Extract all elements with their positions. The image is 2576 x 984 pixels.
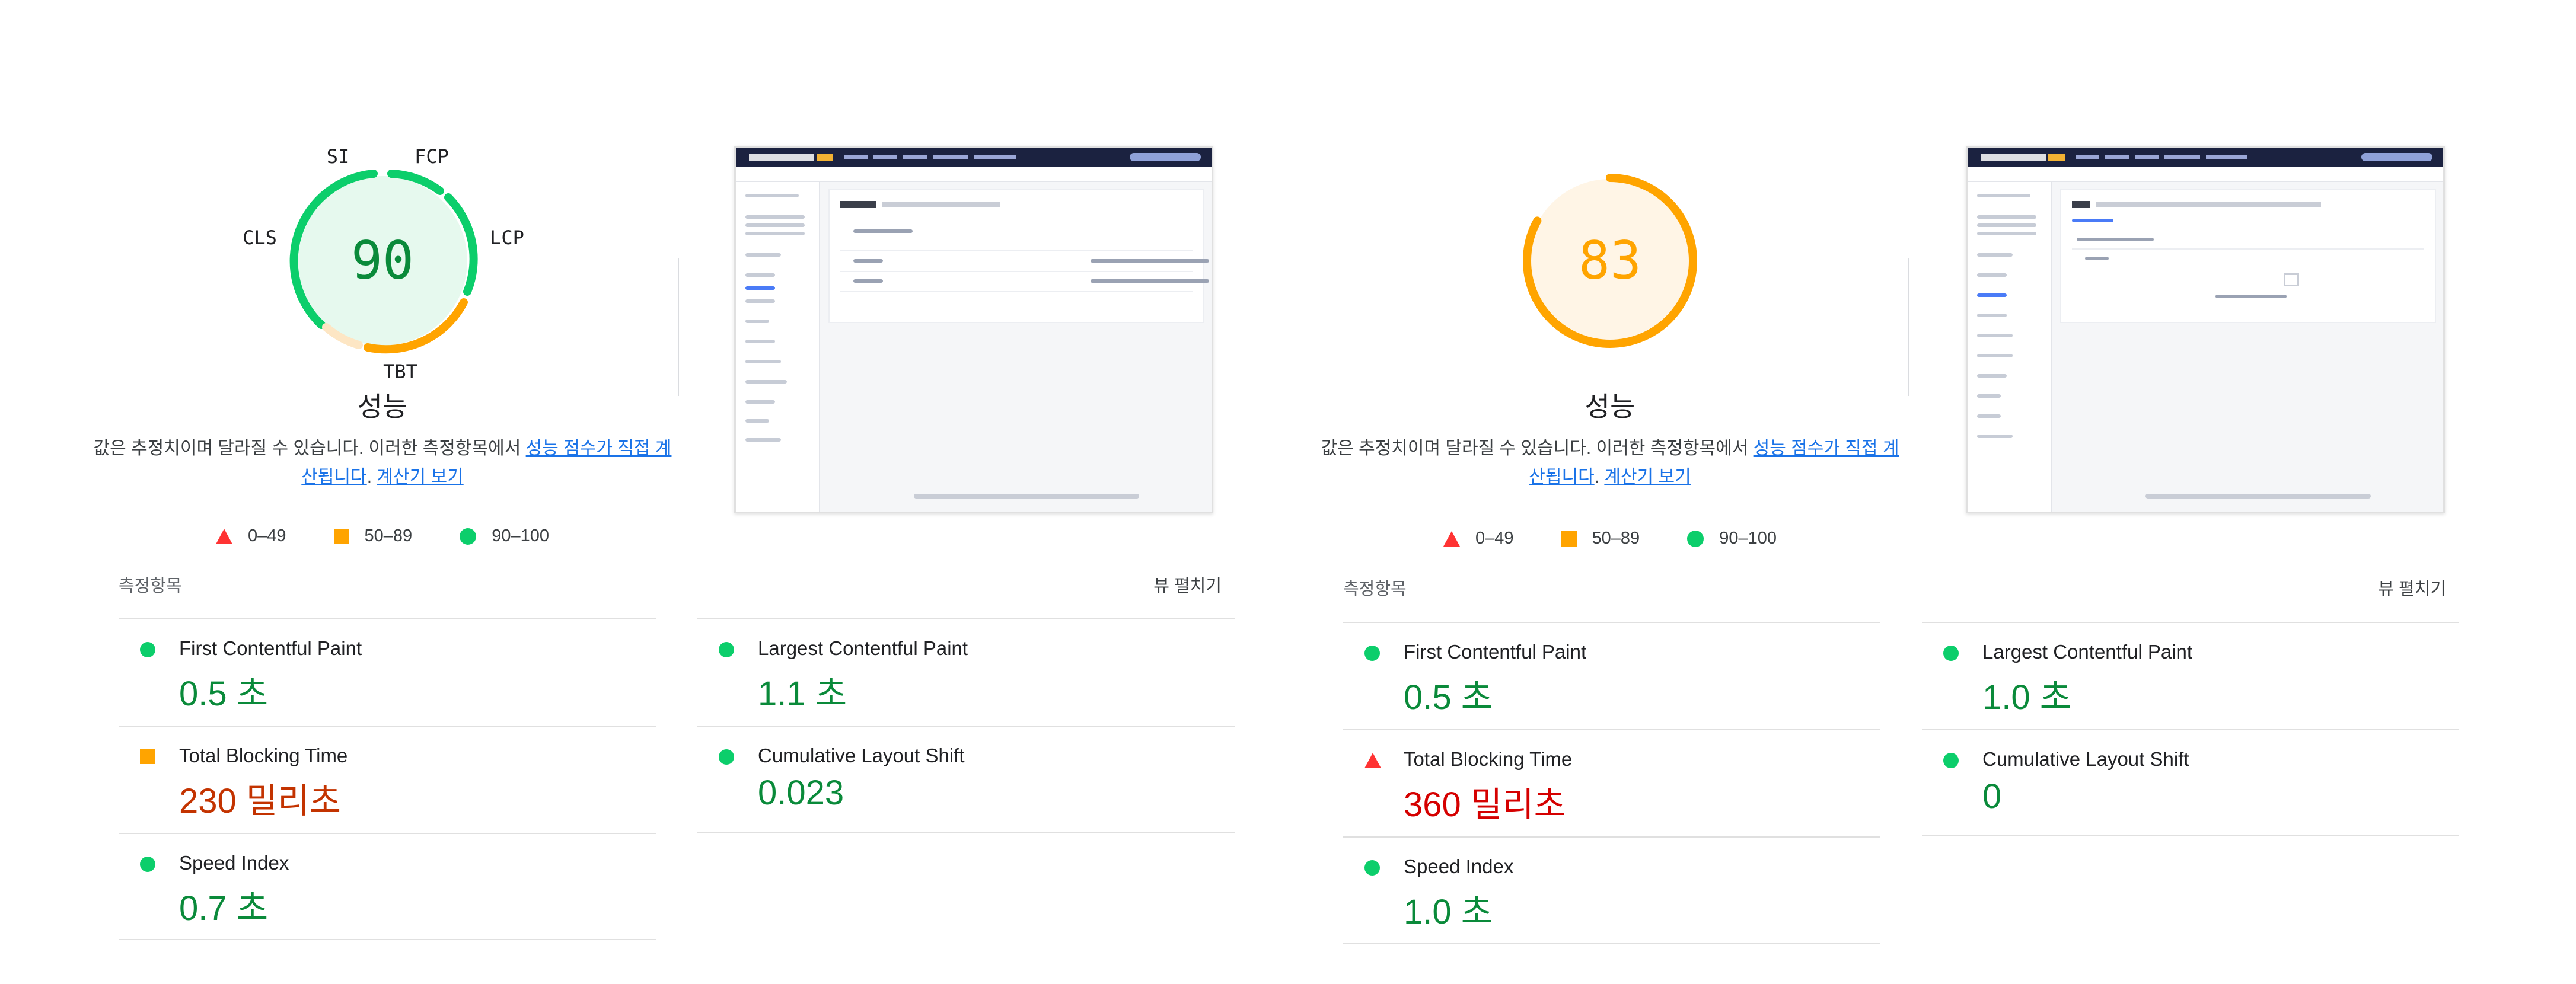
legend-average: 50–89 [1561,529,1640,548]
metrics-label: 측정항목 [119,577,182,596]
page-screenshot-thumbnail[interactable] [1966,146,2445,513]
gauge-ring: 83 [1523,174,1697,348]
metric-name: Speed Index [179,852,289,874]
average-square-icon [140,749,155,764]
legend-avg-label: 50–89 [1592,529,1640,548]
metric-name: Cumulative Layout Shift [758,745,965,766]
desc-text: 값은 추정치이며 달라질 수 있습니다. 이러한 측정항목에서 [93,439,526,458]
good-dot-icon [1364,860,1380,876]
score-legend: 0–49 50–89 90–100 [1313,529,1907,548]
legend-good: 90–100 [1687,529,1777,548]
gauge-label-fcp: FCP [415,145,449,168]
metric-value: 230 밀리초 [179,782,341,820]
legend-poor: 0–49 [216,526,286,546]
gauge-label-tbt: TBT [383,360,417,383]
desc-dot: . [366,467,377,487]
legend-avg-label: 50–89 [364,526,413,545]
thumb-content [2060,189,2436,323]
thumb-content [828,189,1209,323]
metrics-label: 측정항목 [1343,580,1407,599]
circle-icon [460,528,477,545]
metric-name: Speed Index [1404,855,1514,877]
good-dot-icon [1364,646,1380,661]
gauge-label-cls: CLS [243,226,277,249]
good-dot-icon [719,749,734,765]
score-description: 값은 추정치이며 달라질 수 있습니다. 이러한 측정항목에서 성능 점수가 직… [86,435,679,491]
score-legend: 0–49 50–89 90–100 [86,526,679,546]
good-dot-icon [719,642,734,657]
thumb-sidebar [736,182,820,512]
good-dot-icon [1943,646,1959,661]
metric-name: Largest Contentful Paint [758,637,968,659]
good-dot-icon [140,642,155,657]
triangle-icon [216,528,233,544]
gauge-title: 성능 [1585,391,1635,422]
gauge-label-lcp: LCP [490,226,524,249]
page-screenshot-thumbnail[interactable] [734,146,1213,513]
metric-cls: Cumulative Layout Shift 0.023 [697,726,1235,833]
score-description: 값은 추정치이며 달라질 수 있습니다. 이러한 측정항목에서 성능 점수가 직… [1313,435,1907,491]
metric-lcp: Largest Contentful Paint 1.1 초 [697,618,1235,726]
metric-name: Total Blocking Time [179,745,348,766]
metric-value: 0.7 초 [179,889,269,928]
desc-dot: . [1594,467,1605,487]
performance-gauge: 83 성능 값은 추정치이며 달라질 수 있습니다. 이러한 측정항목에서 성능… [1321,136,1936,548]
metric-name: Total Blocking Time [1404,748,1573,770]
metric-value: 1.0 초 [1404,893,1493,931]
legend-poor-label: 0–49 [1475,529,1514,548]
report-panel-1: 90 SI FCP LCP CLS TBT 성능 값은 추정치이며 달라질 수 … [94,0,1305,984]
gauge-label-si: SI [327,145,350,168]
metric-si: Speed Index 1.0 초 [1343,836,1880,944]
performance-gauge: 90 SI FCP LCP CLS TBT 성능 값은 추정치이며 달라질 수 … [94,136,712,545]
legend-poor: 0–49 [1443,529,1514,548]
metric-value: 0.023 [758,774,844,812]
metric-value: 0 [1982,777,2002,816]
expand-view-toggle[interactable]: 뷰 펼치기 [2378,575,2446,600]
calculator-link[interactable]: 계산기 보기 [1604,467,1691,487]
score-text: 83 [1579,230,1641,291]
good-dot-icon [140,857,155,872]
gauge-ring: 90 SI FCP LCP CLS TBT [243,145,524,383]
metrics-header: 측정항목 뷰 펼치기 [119,572,1222,596]
metric-value: 0.5 초 [1404,678,1493,717]
desc-text: 값은 추정치이며 달라질 수 있습니다. 이러한 측정항목에서 [1321,439,1754,458]
vertical-divider [1908,258,1909,396]
metric-name: Largest Contentful Paint [1982,641,2193,663]
circle-icon [1687,530,1704,547]
legend-good-label: 90–100 [1719,529,1777,548]
metric-value: 0.5 초 [179,675,269,713]
legend-good-label: 90–100 [492,526,549,545]
gauge-title: 성능 [357,391,408,422]
thumb-sidebar [1968,182,2052,512]
score-text: 90 [351,230,414,291]
metric-name: First Contentful Paint [1404,641,1587,663]
metric-value: 1.0 초 [1982,678,2072,717]
square-icon [1561,531,1577,547]
metric-fcp: First Contentful Paint 0.5 초 [1343,622,1880,729]
poor-triangle-icon [1364,753,1381,768]
metric-name: Cumulative Layout Shift [1982,748,2189,770]
legend-good: 90–100 [460,526,549,546]
metric-name: First Contentful Paint [179,637,362,659]
legend-average: 50–89 [333,526,413,546]
legend-poor-label: 0–49 [248,526,286,545]
metric-value: 360 밀리초 [1404,785,1566,824]
thumb-header [1968,148,2443,167]
metric-value: 1.1 초 [758,675,847,713]
metric-lcp: Largest Contentful Paint 1.0 초 [1922,622,2459,729]
calculator-link[interactable]: 계산기 보기 [377,467,463,487]
good-dot-icon [1943,753,1959,768]
metrics-header: 측정항목 뷰 펼치기 [1343,575,2446,599]
vertical-divider [678,258,679,396]
metric-si: Speed Index 0.7 초 [119,833,656,940]
metric-tbt: Total Blocking Time 360 밀리초 [1343,729,1880,836]
report-panel-2: 83 성능 값은 추정치이며 달라질 수 있습니다. 이러한 측정항목에서 성능… [1321,0,2529,984]
metric-cls: Cumulative Layout Shift 0 [1922,729,2459,836]
thumb-header [736,148,1212,167]
triangle-icon [1443,531,1461,547]
expand-view-toggle[interactable]: 뷰 펼치기 [1153,572,1222,597]
square-icon [333,528,349,544]
metric-fcp: First Contentful Paint 0.5 초 [119,618,656,726]
metric-tbt: Total Blocking Time 230 밀리초 [119,726,656,833]
